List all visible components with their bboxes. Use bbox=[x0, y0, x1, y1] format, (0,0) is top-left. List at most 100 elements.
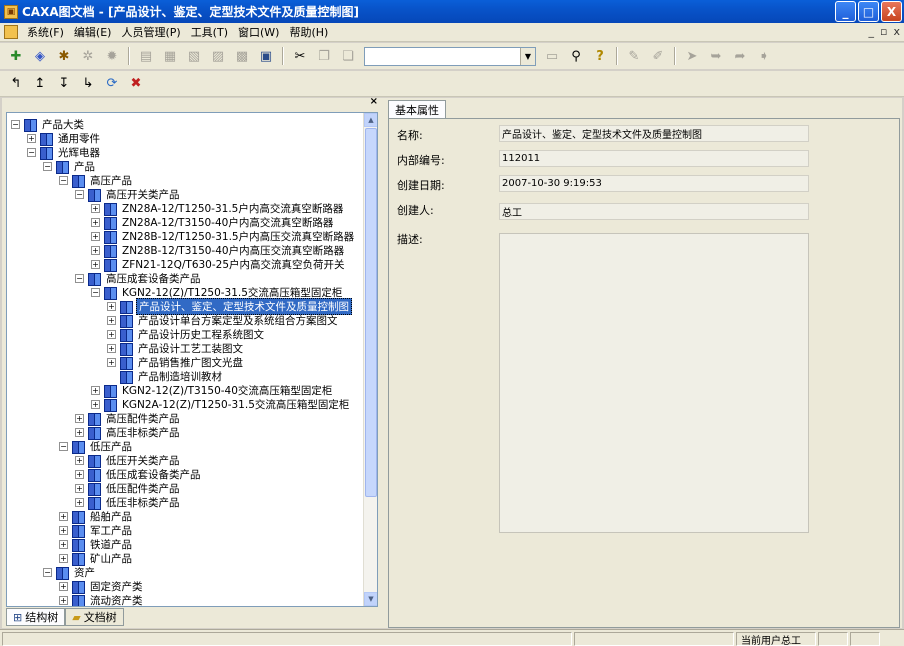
expander-icon[interactable]: + bbox=[59, 539, 68, 549]
tree-node[interactable]: − 光辉电器 bbox=[27, 145, 102, 160]
expander-icon[interactable]: + bbox=[91, 245, 100, 255]
tree-node[interactable]: + 军工产品 bbox=[59, 523, 134, 538]
expander-icon[interactable]: + bbox=[91, 259, 100, 269]
database-icon[interactable]: ▣ bbox=[256, 46, 276, 66]
expander-icon[interactable]: + bbox=[91, 385, 100, 395]
add-node-icon[interactable]: ✚ bbox=[6, 46, 26, 66]
creator-field[interactable]: 总工 bbox=[499, 203, 809, 220]
date-field[interactable]: 2007-10-30 9:19:53 bbox=[499, 175, 809, 192]
tree-node[interactable]: + ZN28B-12/T3150-40户内高压交流真空断路器 bbox=[91, 243, 346, 258]
tool1-icon[interactable]: ✎ bbox=[624, 46, 644, 66]
tool2-icon[interactable]: ✐ bbox=[648, 46, 668, 66]
tree-node[interactable]: − 高压开关类产品 bbox=[75, 187, 182, 202]
tree-node[interactable]: + 流动资产类 bbox=[59, 593, 145, 606]
minimize-button[interactable]: _ bbox=[835, 1, 856, 22]
binoculars-icon[interactable]: ⚲ bbox=[566, 46, 586, 66]
close-button[interactable]: X bbox=[881, 1, 902, 22]
mdi-minimize-button[interactable]: _ bbox=[869, 25, 875, 38]
tree-node[interactable]: + ZN28A-12/T1250-31.5户内高交流真空断路器 bbox=[91, 201, 345, 216]
mdi-restore-button[interactable]: ▫ bbox=[880, 25, 887, 38]
tree-node[interactable]: − 产品大类 bbox=[11, 117, 86, 132]
flow4-icon[interactable]: ➧ bbox=[754, 46, 774, 66]
paste2-icon[interactable]: ❏ bbox=[338, 46, 358, 66]
expander-icon[interactable]: + bbox=[91, 399, 100, 409]
flow2-icon[interactable]: ➥ bbox=[706, 46, 726, 66]
tree-node[interactable]: − 高压成套设备类产品 bbox=[75, 271, 203, 286]
expander-icon[interactable]: + bbox=[59, 595, 68, 605]
tree-node[interactable]: + 高压非标类产品 bbox=[75, 425, 182, 440]
structure-tree[interactable]: − 产品大类 + 通用零件 − 光辉电器 − 产品 − 高压产品 − 高压开关类产品 + ZN28A-12… bbox=[6, 112, 378, 607]
flow3-icon[interactable]: ➦ bbox=[730, 46, 750, 66]
tree-node[interactable]: + 产品设计单台方案定型及系统组合方案图文 bbox=[107, 313, 340, 328]
expander-icon[interactable]: + bbox=[59, 525, 68, 535]
tree-node[interactable]: + ZN28B-12/T1250-31.5户内高压交流真空断路器 bbox=[91, 229, 356, 244]
delete-icon[interactable]: ✖ bbox=[126, 74, 146, 94]
move-down-icon[interactable]: ↧ bbox=[54, 74, 74, 94]
refresh-icon[interactable]: ⟳ bbox=[102, 74, 122, 94]
expander-icon[interactable]: + bbox=[75, 455, 84, 465]
tree-scrollbar[interactable]: ▲ ▼ bbox=[363, 113, 377, 606]
tree-node[interactable]: + 铁道产品 bbox=[59, 537, 134, 552]
tree-node[interactable]: + 低压非标类产品 bbox=[75, 495, 182, 510]
expander-icon[interactable]: + bbox=[59, 511, 68, 521]
report-icon[interactable]: ▩ bbox=[232, 46, 252, 66]
expander-icon[interactable]: − bbox=[11, 119, 20, 129]
expander-icon[interactable]: + bbox=[91, 231, 100, 241]
expander-icon[interactable]: + bbox=[107, 301, 116, 311]
tree-node[interactable]: − 低压产品 bbox=[59, 439, 134, 454]
print-icon[interactable]: ▤ bbox=[136, 46, 156, 66]
menu-window[interactable]: 窗口(W) bbox=[233, 24, 284, 40]
settings-icon[interactable]: ✲ bbox=[78, 46, 98, 66]
expander-icon[interactable]: + bbox=[75, 427, 84, 437]
tree-node[interactable]: + 高压配件类产品 bbox=[75, 411, 182, 426]
maximize-button[interactable]: □ bbox=[858, 1, 879, 22]
expander-icon[interactable]: − bbox=[75, 189, 84, 199]
tab-basic-properties[interactable]: 基本属性 bbox=[388, 100, 446, 118]
tree-node[interactable]: − 产品 bbox=[43, 159, 97, 174]
cut-icon[interactable]: ✂ bbox=[290, 46, 310, 66]
move-left-icon[interactable]: ↰ bbox=[6, 74, 26, 94]
scroll-thumb[interactable] bbox=[365, 128, 377, 497]
code-field[interactable]: 112011 bbox=[499, 150, 809, 167]
expander-icon[interactable]: + bbox=[75, 413, 84, 423]
menu-tools[interactable]: 工具(T) bbox=[186, 24, 233, 40]
expander-icon[interactable]: + bbox=[91, 203, 100, 213]
tree-node[interactable]: 产品制造培训教材 bbox=[107, 369, 224, 384]
mdi-close-button[interactable]: x bbox=[893, 25, 900, 38]
tree-node[interactable]: + KGN2A-12(Z)/T1250-31.5交流高压箱型固定柜 bbox=[91, 397, 351, 412]
panel-close-icon[interactable]: × bbox=[370, 96, 378, 107]
tree-node[interactable]: + ZN28A-12/T3150-40户内高交流真空断路器 bbox=[91, 215, 335, 230]
export-icon[interactable]: ▨ bbox=[208, 46, 228, 66]
flow1-icon[interactable]: ➤ bbox=[682, 46, 702, 66]
tree-node[interactable]: + 矿山产品 bbox=[59, 551, 134, 566]
expander-icon[interactable]: + bbox=[107, 343, 116, 353]
tree-node[interactable]: + 低压开关类产品 bbox=[75, 453, 182, 468]
name-field[interactable]: 产品设计、鉴定、定型技术文件及质量控制图 bbox=[499, 125, 809, 142]
tree-node[interactable]: + 产品设计历史工程系统图文 bbox=[107, 327, 266, 342]
tree-node[interactable]: + 低压配件类产品 bbox=[75, 481, 182, 496]
chevron-down-icon[interactable]: ▼ bbox=[520, 47, 535, 65]
link-icon[interactable]: ✱ bbox=[54, 46, 74, 66]
expander-icon[interactable]: − bbox=[59, 441, 68, 451]
tab-structure-tree[interactable]: ⊞ 结构树 bbox=[6, 608, 66, 626]
tree-node[interactable]: + ZFN21-12Q/T630-25户内高交流真空负荷开关 bbox=[91, 257, 347, 272]
window-icon[interactable]: ▭ bbox=[542, 46, 562, 66]
expander-icon[interactable]: + bbox=[75, 483, 84, 493]
tree-node[interactable]: − 高压产品 bbox=[59, 173, 134, 188]
tree-node[interactable]: + 产品设计工艺工装图文 bbox=[107, 341, 245, 356]
menu-system[interactable]: 系统(F) bbox=[22, 24, 69, 40]
gear-icon[interactable]: ✹ bbox=[102, 46, 122, 66]
expander-icon[interactable]: − bbox=[43, 161, 52, 171]
expander-icon[interactable]: + bbox=[91, 217, 100, 227]
expander-icon[interactable]: − bbox=[59, 175, 68, 185]
description-field[interactable] bbox=[499, 233, 809, 533]
move-right-icon[interactable]: ↳ bbox=[78, 74, 98, 94]
menu-edit[interactable]: 编辑(E) bbox=[69, 24, 117, 40]
expander-icon[interactable]: + bbox=[107, 357, 116, 367]
tree-node[interactable]: + 低压成套设备类产品 bbox=[75, 467, 203, 482]
tree-node[interactable]: + 产品销售推广图文光盘 bbox=[107, 355, 245, 370]
tree-node[interactable]: + KGN2-12(Z)/T3150-40交流高压箱型固定柜 bbox=[91, 383, 334, 398]
expander-icon[interactable]: + bbox=[59, 553, 68, 563]
tree-node[interactable]: + 固定资产类 bbox=[59, 579, 145, 594]
expander-icon[interactable]: − bbox=[27, 147, 36, 157]
